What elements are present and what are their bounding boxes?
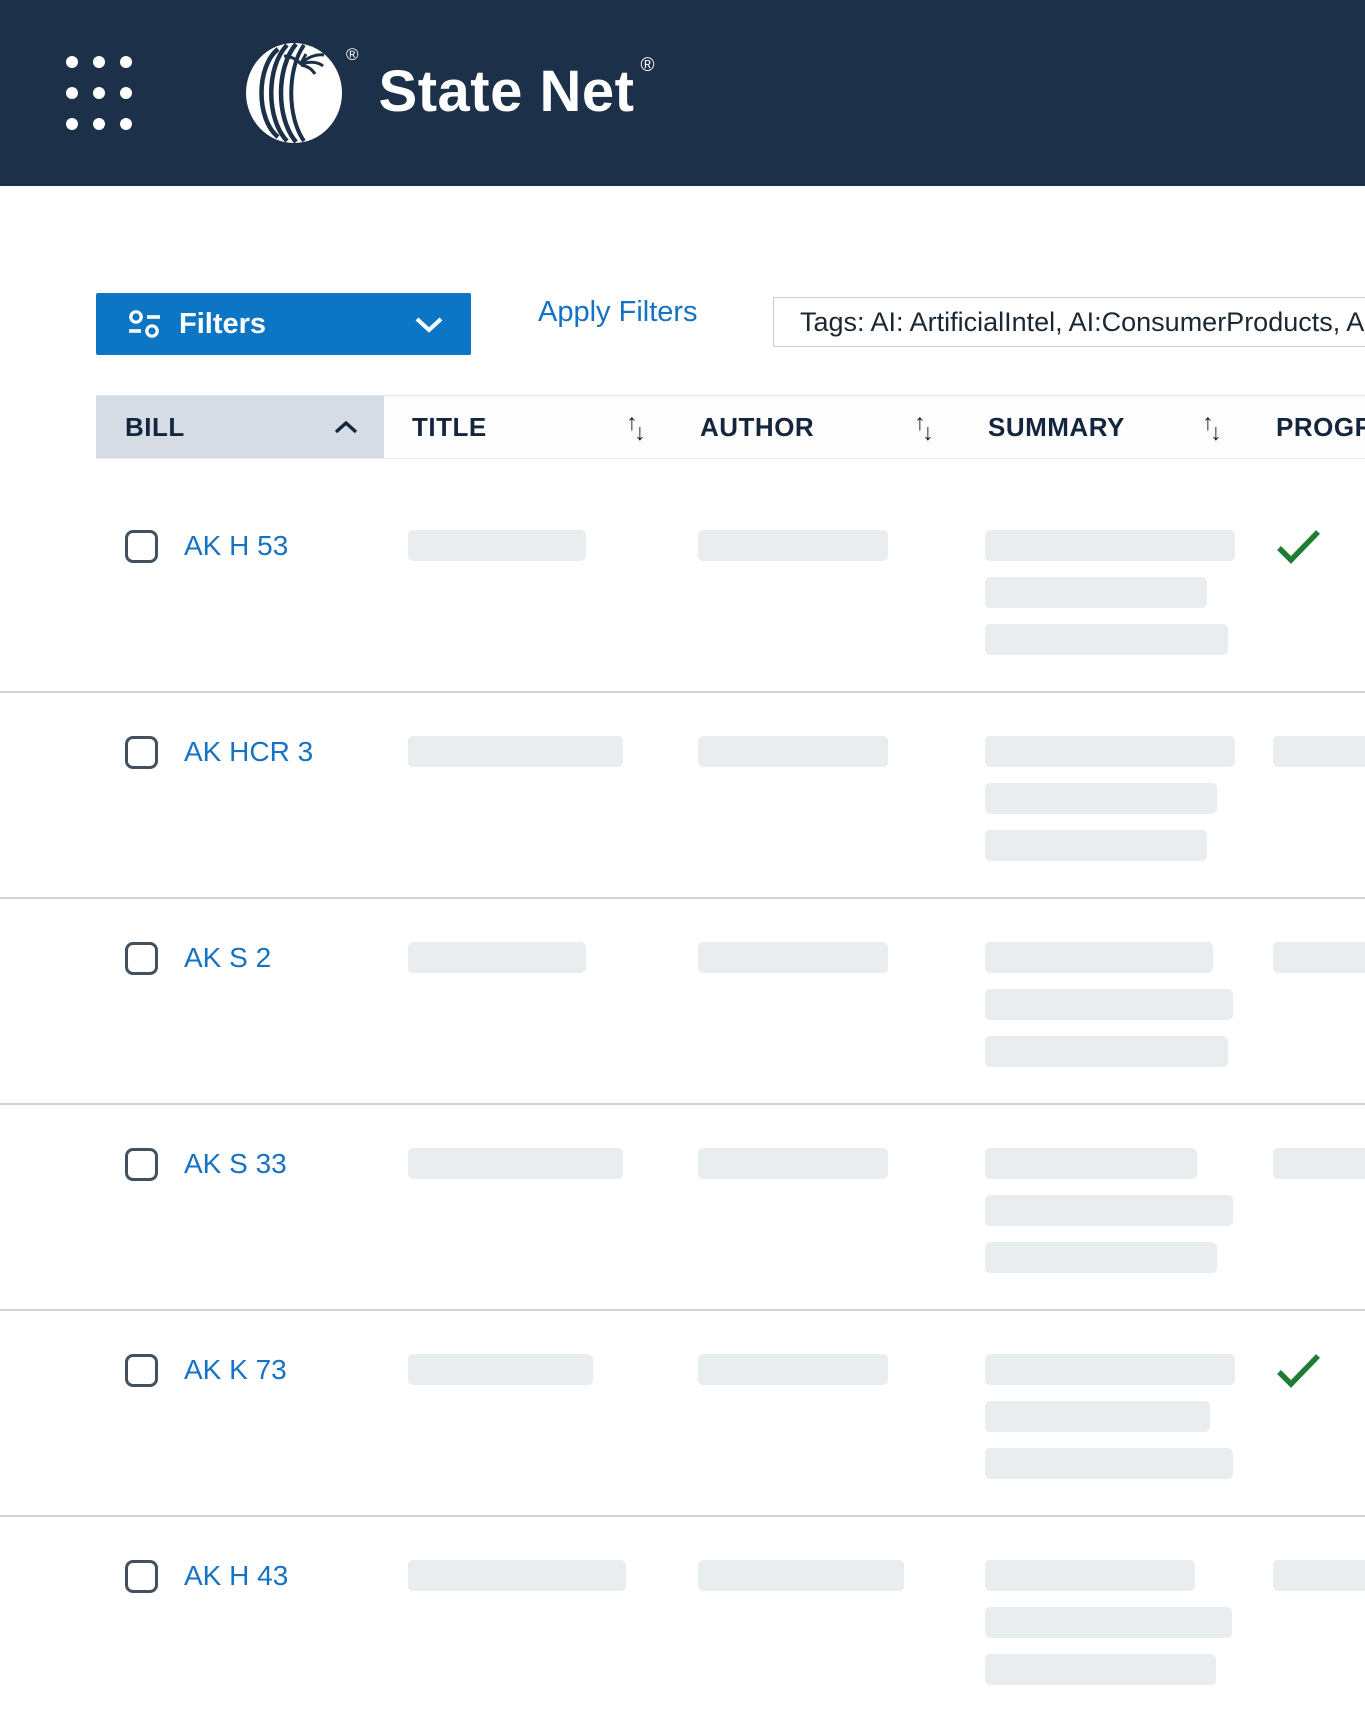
column-label: BILL xyxy=(125,411,185,442)
title-placeholder xyxy=(408,942,586,973)
row-checkbox[interactable] xyxy=(125,530,158,563)
globe-registered-mark: ® xyxy=(346,45,359,64)
table-row: AK S 33 xyxy=(0,1105,1365,1311)
title-placeholder xyxy=(408,736,623,767)
summary-placeholders xyxy=(985,530,1235,671)
summary-placeholder xyxy=(985,1560,1195,1591)
table-row: AK S 2 xyxy=(0,899,1365,1105)
summary-placeholder xyxy=(985,1242,1217,1273)
progress-placeholder xyxy=(1273,942,1365,973)
summary-placeholders xyxy=(985,1560,1232,1701)
title-placeholder xyxy=(408,530,586,561)
bill-link[interactable]: AK H 43 xyxy=(184,1562,288,1590)
apply-filters-link[interactable]: Apply Filters xyxy=(538,296,698,329)
column-label: PROGRESS xyxy=(1276,411,1365,442)
summary-placeholder xyxy=(985,942,1213,973)
app-grid-icon[interactable] xyxy=(66,56,132,130)
sort-both-icon: ↑ ↓ xyxy=(626,408,646,445)
row-checkbox[interactable] xyxy=(125,942,158,975)
summary-placeholder xyxy=(985,783,1217,814)
progress-check-icon xyxy=(1277,530,1320,564)
globe-icon xyxy=(246,42,342,144)
summary-placeholder xyxy=(985,1148,1197,1179)
summary-placeholders xyxy=(985,1354,1235,1495)
sort-asc-caret-icon xyxy=(334,420,358,433)
summary-placeholder xyxy=(985,1607,1232,1638)
row-checkbox[interactable] xyxy=(125,736,158,769)
column-label: AUTHOR xyxy=(700,411,815,442)
summary-placeholder xyxy=(985,1354,1235,1385)
column-header-title[interactable]: TITLE ↑ ↓ xyxy=(384,396,672,458)
sort-both-icon: ↑ ↓ xyxy=(914,408,934,445)
summary-placeholder xyxy=(985,989,1233,1020)
summary-placeholder xyxy=(985,577,1207,608)
row-checkbox[interactable] xyxy=(125,1560,158,1593)
summary-placeholder xyxy=(985,530,1235,561)
filters-button[interactable]: Filters xyxy=(96,293,471,355)
row-checkbox[interactable] xyxy=(125,1148,158,1181)
title-placeholder xyxy=(408,1354,593,1385)
sort-both-icon: ↑ ↓ xyxy=(1202,408,1222,445)
table-body: AK H 53 AK HCR 3 AK S 2 AK S 33 AK K 73 … xyxy=(0,487,1365,1713)
brand-logo: ® State Net ® xyxy=(244,41,654,145)
summary-placeholders xyxy=(985,736,1235,877)
title-placeholder xyxy=(408,1560,626,1591)
progress-placeholder xyxy=(1273,1148,1365,1179)
summary-placeholder xyxy=(985,1036,1228,1067)
summary-placeholders xyxy=(985,1148,1233,1289)
filters-button-label: Filters xyxy=(179,307,267,340)
column-label: SUMMARY xyxy=(988,411,1125,442)
column-label: TITLE xyxy=(412,411,487,442)
summary-placeholder xyxy=(985,830,1207,861)
author-placeholder xyxy=(698,1560,904,1591)
column-header-progress[interactable]: PROGRESS xyxy=(1248,396,1365,458)
progress-check-icon xyxy=(1277,1354,1320,1388)
table-row: AK H 53 xyxy=(0,487,1365,693)
summary-placeholder xyxy=(985,1448,1233,1479)
column-header-author[interactable]: AUTHOR ↑ ↓ xyxy=(672,396,960,458)
row-checkbox[interactable] xyxy=(125,1354,158,1387)
table-row: AK HCR 3 xyxy=(0,693,1365,899)
summary-placeholder xyxy=(985,1654,1216,1685)
column-header-bill[interactable]: BILL xyxy=(96,396,384,458)
chevron-down-icon xyxy=(415,317,443,333)
bill-link[interactable]: AK HCR 3 xyxy=(184,738,313,766)
bill-link[interactable]: AK S 33 xyxy=(184,1150,287,1178)
title-placeholder xyxy=(408,1148,623,1179)
author-placeholder xyxy=(698,530,888,561)
table-row: AK K 73 xyxy=(0,1311,1365,1517)
summary-placeholder xyxy=(985,736,1235,767)
filter-sliders-icon xyxy=(129,310,160,338)
table-header: BILL TITLE ↑ ↓ AUTHOR ↑ ↓ SUMMARY ↑ ↓ PROGR… xyxy=(96,395,1365,459)
brand-registered-mark: ® xyxy=(640,55,655,76)
author-placeholder xyxy=(698,942,888,973)
summary-placeholder xyxy=(985,1401,1210,1432)
progress-placeholder xyxy=(1273,736,1365,767)
summary-placeholders xyxy=(985,942,1233,1083)
bill-link[interactable]: AK H 53 xyxy=(184,532,288,560)
bill-link[interactable]: AK K 73 xyxy=(184,1356,287,1384)
column-header-summary[interactable]: SUMMARY ↑ ↓ xyxy=(960,396,1248,458)
author-placeholder xyxy=(698,1354,888,1385)
bill-link[interactable]: AK S 2 xyxy=(184,944,271,972)
author-placeholder xyxy=(698,736,888,767)
app-bar: ® State Net ® xyxy=(0,0,1365,186)
progress-placeholder xyxy=(1273,1560,1365,1591)
summary-placeholder xyxy=(985,624,1228,655)
author-placeholder xyxy=(698,1148,888,1179)
page: ® State Net ® Filters Apply Filters BILL xyxy=(0,0,1365,1713)
toolbar: Filters Apply Filters xyxy=(0,186,1365,395)
summary-placeholder xyxy=(985,1195,1233,1226)
tags-input[interactable] xyxy=(773,297,1365,347)
brand-name: State Net xyxy=(378,59,635,124)
table-row: AK H 43 xyxy=(0,1517,1365,1713)
